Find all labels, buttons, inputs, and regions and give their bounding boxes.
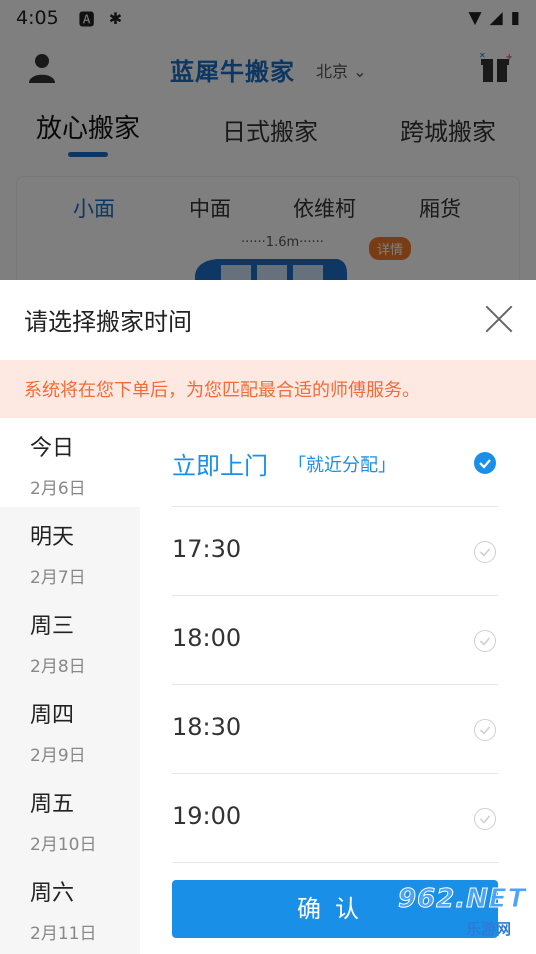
date-value: 2月11日 bbox=[30, 924, 97, 944]
date-value: 2月8日 bbox=[30, 657, 86, 677]
date-day: 周五 bbox=[30, 792, 75, 817]
time-option-1800[interactable]: 18:00 bbox=[172, 596, 498, 685]
close-icon[interactable] bbox=[484, 304, 514, 334]
watermark-top: 962.NET bbox=[397, 884, 527, 915]
watermark-bottom: 乐游网 bbox=[466, 920, 512, 938]
time-option-1900[interactable]: 19:00 bbox=[172, 774, 498, 863]
date-day: 明天 bbox=[30, 525, 75, 550]
time-option-1830[interactable]: 18:30 bbox=[172, 685, 498, 774]
date-item-wednesday[interactable]: 周三 2月8日 bbox=[0, 596, 140, 685]
date-item-tomorrow[interactable]: 明天 2月7日 bbox=[0, 507, 140, 596]
date-value: 2月7日 bbox=[30, 568, 86, 588]
notice-text: 系统将在您下单后，为您匹配最合适的师傅服务。 bbox=[24, 380, 420, 401]
date-item-friday[interactable]: 周五 2月10日 bbox=[0, 774, 140, 863]
date-value: 2月9日 bbox=[30, 746, 86, 766]
sheet-title: 请选择搬家时间 bbox=[24, 308, 192, 336]
time-label: 立即上门 bbox=[172, 452, 268, 480]
date-value: 2月10日 bbox=[30, 835, 97, 855]
notice-banner: 系统将在您下单后，为您匹配最合适的师傅服务。 bbox=[0, 360, 536, 418]
date-list: 今日 2月6日 明天 2月7日 周三 2月8日 周四 2月9日 周五 2月10日… bbox=[0, 418, 140, 954]
date-day: 今日 bbox=[30, 436, 75, 461]
time-label: 18:00 bbox=[172, 624, 242, 652]
check-circle-icon bbox=[474, 630, 496, 652]
date-day: 周四 bbox=[30, 703, 75, 728]
watermark-logo: 962.NET 乐游网 bbox=[397, 880, 532, 946]
date-value: 2月6日 bbox=[30, 479, 86, 499]
date-item-thursday[interactable]: 周四 2月9日 bbox=[0, 685, 140, 774]
time-picker-sheet: 请选择搬家时间 系统将在您下单后，为您匹配最合适的师傅服务。 今日 2月6日 明… bbox=[0, 280, 536, 954]
date-item-today[interactable]: 今日 2月6日 bbox=[0, 418, 140, 507]
time-label: 19:00 bbox=[172, 802, 242, 830]
time-sublabel: 「就近分配」 bbox=[288, 455, 396, 476]
check-circle-icon bbox=[474, 719, 496, 741]
time-label: 17:30 bbox=[172, 535, 242, 563]
date-day: 周三 bbox=[30, 614, 75, 639]
check-circle-icon bbox=[474, 452, 496, 474]
time-option-now[interactable]: 立即上门 「就近分配」 bbox=[172, 418, 498, 507]
date-item-saturday[interactable]: 周六 2月11日 bbox=[0, 863, 140, 952]
check-circle-icon bbox=[474, 541, 496, 563]
time-label: 18:30 bbox=[172, 713, 242, 741]
check-circle-icon bbox=[474, 808, 496, 830]
date-day: 周六 bbox=[30, 881, 75, 906]
time-option-1730[interactable]: 17:30 bbox=[172, 507, 498, 596]
